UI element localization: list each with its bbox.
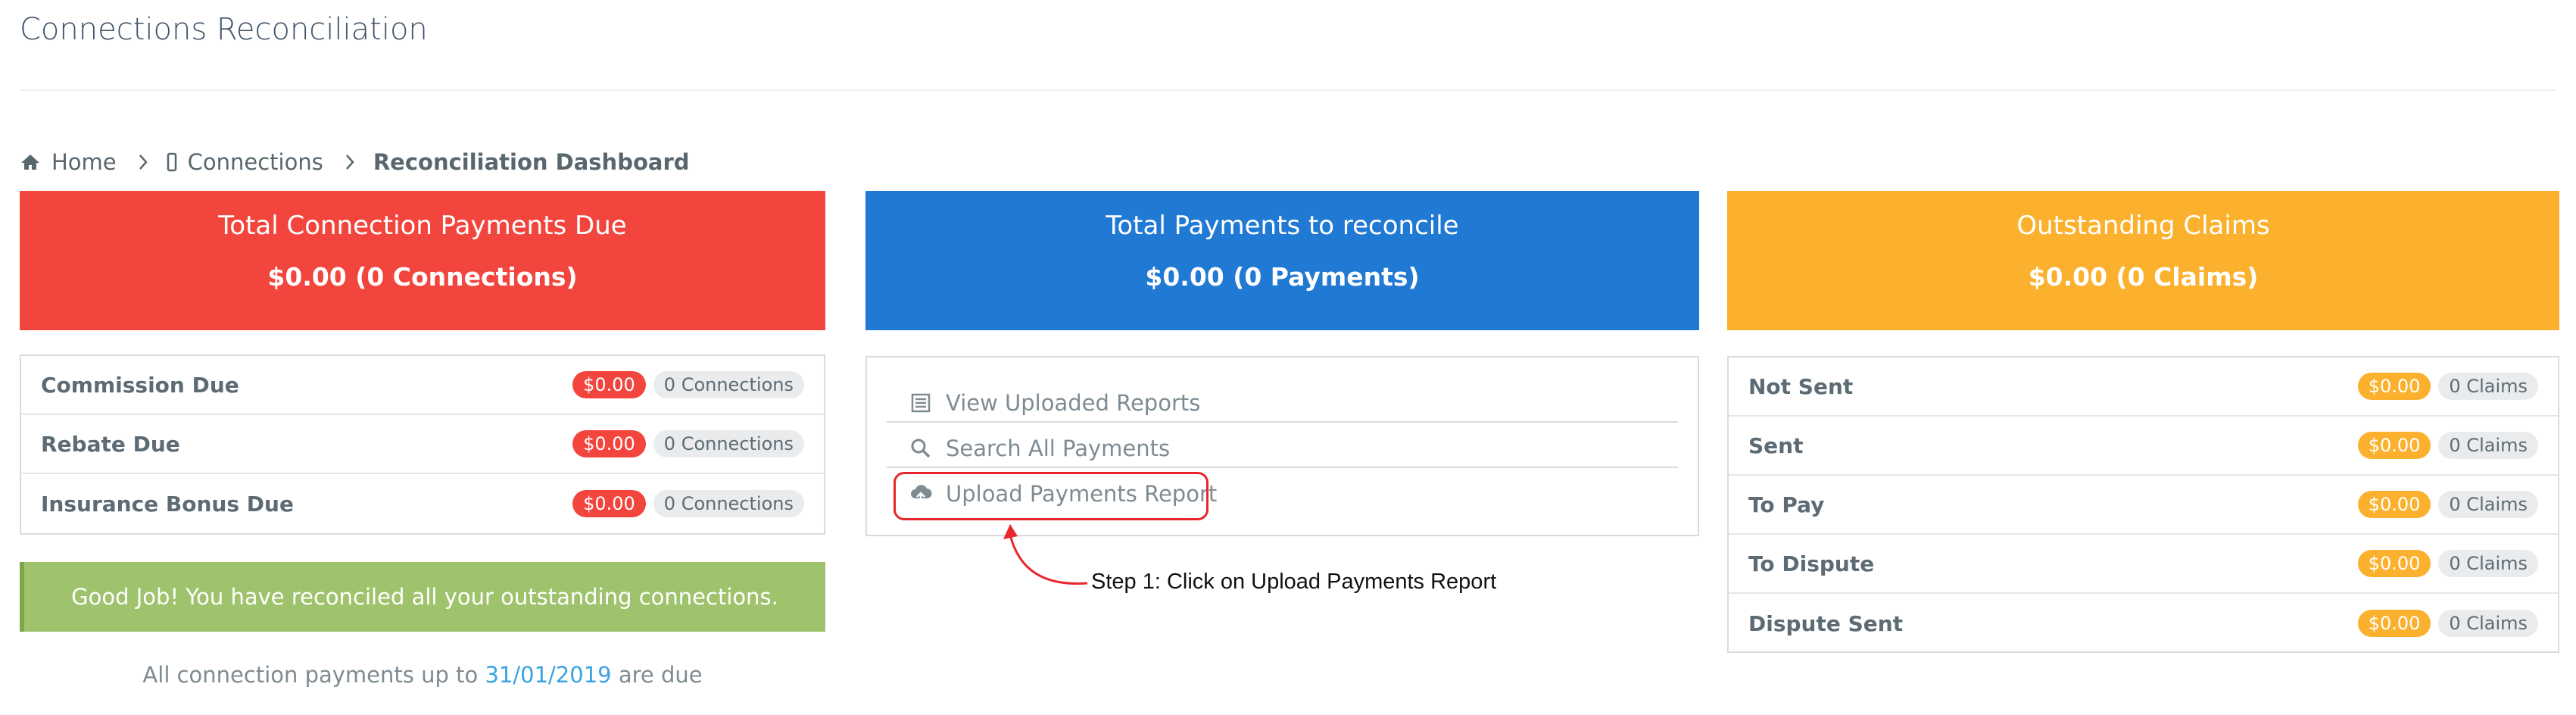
annotation-text: Step 1: Click on Upload Payments Report xyxy=(1091,570,1497,594)
amount-badge: $0.00 xyxy=(2357,550,2431,577)
card-value: $0.00 (0 Payments) xyxy=(1145,262,1420,292)
home-icon xyxy=(20,153,41,171)
amount-badge: $0.00 xyxy=(2357,610,2431,637)
total-payments-due-card[interactable]: Total Connection Payments Due $0.00 (0 C… xyxy=(20,191,825,330)
menu-divider xyxy=(887,421,1678,423)
menu-item-label: View Uploaded Reports xyxy=(946,390,1201,416)
mobile-phone-icon xyxy=(167,152,177,172)
due-list-panel: Commission Due $0.00 0 Connections Rebat… xyxy=(20,354,825,535)
menu-divider xyxy=(887,467,1678,468)
card-title: Outstanding Claims xyxy=(2016,211,2270,241)
list-item-label: Sent xyxy=(1748,432,1804,458)
claims-list-item-not-sent[interactable]: Not Sent $0.00 0 Claims xyxy=(1729,358,2558,417)
outstanding-claims-card[interactable]: Outstanding Claims $0.00 (0 Claims) xyxy=(1727,191,2559,330)
title-divider xyxy=(20,89,2556,91)
card-title: Total Connection Payments Due xyxy=(218,211,627,241)
menu-item-label: Search All Payments xyxy=(946,436,1171,461)
due-list-item-commission[interactable]: Commission Due $0.00 0 Connections xyxy=(21,356,824,415)
chevron-right-icon xyxy=(345,154,355,170)
breadcrumb-connections-label: Connections xyxy=(187,149,323,175)
amount-badge: $0.00 xyxy=(572,490,646,517)
due-list-item-insurance-bonus[interactable]: Insurance Bonus Due $0.00 0 Connections xyxy=(21,474,824,533)
list-item-label: Rebate Due xyxy=(41,431,180,457)
list-item-label: Dispute Sent xyxy=(1748,610,1904,636)
breadcrumb-connections[interactable]: Connections xyxy=(167,149,323,175)
amount-badge: $0.00 xyxy=(2357,432,2431,459)
count-badge: 0 Claims xyxy=(2438,550,2538,577)
list-item-label: Insurance Bonus Due xyxy=(41,491,294,517)
view-uploaded-reports-link[interactable]: View Uploaded Reports xyxy=(887,380,1678,426)
upload-highlight-box xyxy=(893,472,1208,520)
count-badge: 0 Connections xyxy=(653,490,804,517)
breadcrumb-home-label: Home xyxy=(51,149,117,175)
search-icon xyxy=(908,436,934,461)
success-alert: Good Job! You have reconciled all your o… xyxy=(20,562,825,632)
breadcrumb-home[interactable]: Home xyxy=(20,149,117,175)
count-badge: 0 Connections xyxy=(653,430,804,457)
list-item-label: Commission Due xyxy=(41,372,239,398)
due-date-note: All connection payments up to 31/01/2019… xyxy=(20,662,825,688)
claims-list-item-dispute-sent[interactable]: Dispute Sent $0.00 0 Claims xyxy=(1729,594,2558,653)
count-badge: 0 Connections xyxy=(653,371,804,398)
breadcrumb: Home Connections Reconciliation Dashboar… xyxy=(20,147,690,177)
card-title: Total Payments to reconcile xyxy=(1106,211,1459,241)
claims-list-panel: Not Sent $0.00 0 Claims Sent $0.00 0 Cla… xyxy=(1727,356,2559,653)
list-item-label: To Pay xyxy=(1748,492,1825,517)
count-badge: 0 Claims xyxy=(2438,432,2538,459)
card-value: $0.00 (0 Claims) xyxy=(2028,262,2259,292)
list-item-label: Not Sent xyxy=(1748,373,1854,399)
count-badge: 0 Claims xyxy=(2438,373,2538,400)
note-prefix: All connection payments up to xyxy=(142,662,479,688)
search-all-payments-link[interactable]: Search All Payments xyxy=(887,426,1678,471)
chevron-right-icon xyxy=(138,154,148,170)
breadcrumb-current: Reconciliation Dashboard xyxy=(373,149,690,175)
claims-list-item-to-pay[interactable]: To Pay $0.00 0 Claims xyxy=(1729,476,2558,535)
claims-list-item-to-dispute[interactable]: To Dispute $0.00 0 Claims xyxy=(1729,535,2558,594)
list-icon xyxy=(908,390,934,416)
claims-list-item-sent[interactable]: Sent $0.00 0 Claims xyxy=(1729,417,2558,476)
list-item-label: To Dispute xyxy=(1748,551,1875,576)
note-suffix: are due xyxy=(618,662,703,688)
count-badge: 0 Claims xyxy=(2438,491,2538,518)
card-value: $0.00 (0 Connections) xyxy=(267,262,578,292)
payments-to-reconcile-card[interactable]: Total Payments to reconcile $0.00 (0 Pay… xyxy=(865,191,1699,330)
amount-badge: $0.00 xyxy=(2357,491,2431,518)
annotation-arrow xyxy=(992,523,1098,601)
amount-badge: $0.00 xyxy=(2357,373,2431,400)
count-badge: 0 Claims xyxy=(2438,610,2538,637)
page-title: Connections Reconciliation xyxy=(20,12,428,47)
due-list-item-rebate[interactable]: Rebate Due $0.00 0 Connections xyxy=(21,415,824,474)
amount-badge: $0.00 xyxy=(572,430,646,457)
amount-badge: $0.00 xyxy=(572,371,646,398)
due-date-link[interactable]: 31/01/2019 xyxy=(485,662,611,688)
